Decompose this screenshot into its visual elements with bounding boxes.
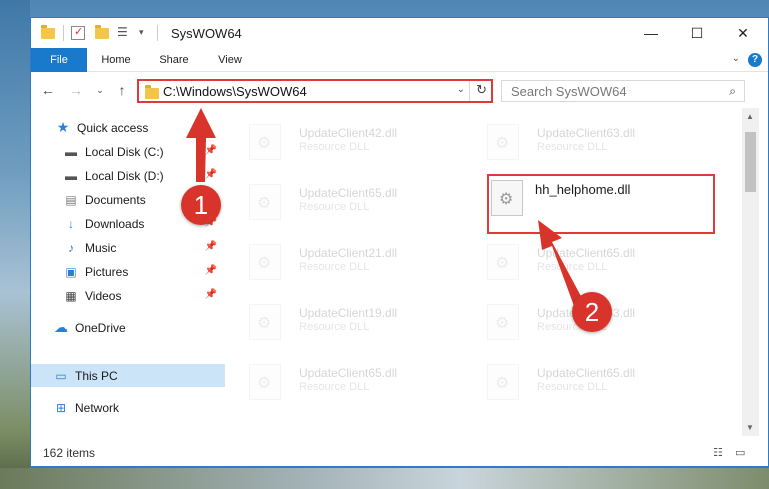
step-2-badge: 2 — [572, 292, 612, 332]
arrow-2 — [538, 220, 583, 306]
annotation-arrows — [186, 108, 583, 306]
arrow-1 — [186, 108, 216, 182]
step-1-badge: 1 — [181, 185, 221, 225]
